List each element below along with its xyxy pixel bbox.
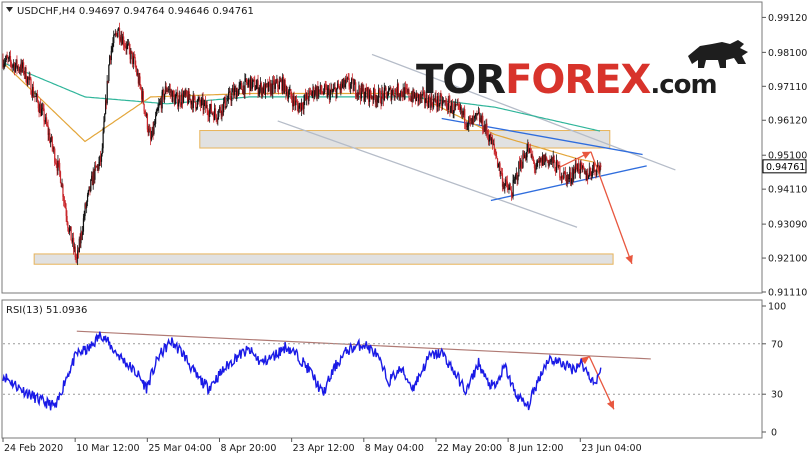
candle-body: [194, 96, 196, 103]
candle-body: [104, 114, 106, 122]
candle-body: [353, 84, 355, 92]
candle-body: [336, 88, 338, 98]
price-tick-label: 0.94110: [768, 185, 807, 196]
candle-body: [231, 92, 233, 101]
candle-body: [223, 101, 225, 113]
candle-body: [565, 172, 567, 176]
candle-body: [241, 83, 243, 90]
candle-body: [139, 76, 141, 86]
time-tick-label: 24 Feb 2020: [4, 443, 63, 454]
rsi-chart-title: RSI(13) 51.0936: [6, 305, 87, 316]
candle-body: [228, 92, 230, 100]
price-zone: [33, 253, 614, 265]
candle-body: [117, 30, 119, 37]
candle-body: [464, 109, 466, 124]
candle-body: [210, 104, 212, 114]
candle-body: [278, 81, 281, 89]
chart-window: 0.99120 0.98100 0.97110 0.96120 0.95100 0.941…: [0, 0, 808, 458]
rsi-tick-label: 70: [771, 339, 783, 350]
candle-body: [67, 222, 69, 228]
time-tick-label: 8 May 04:00: [365, 443, 424, 454]
price-tick-label: 0.91110: [768, 288, 807, 299]
symbol-readout: USDCHF,H4 0.94697 0.94764 0.94646 0.9476…: [6, 6, 254, 17]
chart-canvas[interactable]: 0.991200.981000.971100.961200.951000.941…: [0, 0, 808, 458]
candle-body: [408, 89, 410, 99]
candle-body: [493, 143, 495, 149]
time-tick-label: 10 Mar 12:00: [76, 443, 139, 454]
candle-body: [103, 121, 105, 133]
candle-body: [108, 65, 110, 82]
logo-part-tor: TOR: [416, 57, 505, 103]
candle-body: [43, 108, 45, 122]
candle-body: [106, 80, 108, 104]
price-tick-label: 0.97110: [768, 82, 807, 93]
price-tick-label: 0.92100: [768, 254, 807, 265]
price-zone: [199, 130, 611, 149]
price-axis: 0.991200.981000.971100.961200.951000.941…: [762, 13, 807, 299]
candle-body: [288, 90, 290, 95]
candle-body: [385, 87, 387, 93]
rsi-tick-label: 30: [771, 390, 783, 401]
price-tick-label: 0.98100: [768, 48, 807, 59]
candle-body: [90, 179, 92, 192]
time-tick-label: 8 Jun 12:00: [509, 443, 563, 454]
candle-body: [143, 103, 145, 112]
candle-body: [164, 93, 166, 100]
time-tick-label: 23 Jun 04:00: [581, 443, 641, 454]
candle-body: [70, 226, 72, 241]
candle-body: [59, 162, 61, 172]
candle-body: [387, 95, 389, 99]
rsi-tick-label: 0: [771, 428, 777, 439]
candle-body: [102, 132, 104, 149]
logo-part-com: .com: [650, 70, 716, 100]
time-tick-label: 8 Apr 20:00: [220, 443, 276, 454]
price-tick-label: 0.99120: [768, 13, 807, 24]
price-tick-label: 0.96120: [768, 116, 807, 127]
candle-body: [155, 116, 157, 124]
time-tick-label: 23 Apr 12:00: [293, 443, 355, 454]
current-price-label: 0.94761: [766, 162, 805, 173]
candle-body: [255, 89, 257, 91]
current-price-marker: 0.94761: [762, 159, 807, 174]
rsi-tick-label: 100: [768, 302, 786, 313]
candle-body: [392, 89, 395, 96]
candle-body: [226, 100, 228, 107]
candle-body: [142, 91, 144, 104]
logo-part-forex: FOREX: [505, 57, 651, 103]
candle-body: [153, 124, 155, 135]
price-chart-title: USDCHF,H4 0.94697 0.94764 0.94646 0.9476…: [17, 6, 254, 17]
candle-body: [600, 165, 602, 167]
candle-body: [517, 176, 519, 181]
time-tick-label: 22 May 20:00: [437, 443, 502, 454]
rsi-axis: 100 70 30 0: [762, 302, 786, 439]
candle-body: [113, 34, 115, 44]
time-tick-label: 25 Mar 04:00: [148, 443, 211, 454]
candle-body: [177, 102, 180, 107]
candle-body: [214, 108, 217, 115]
time-axis: 24 Feb 2020 10 Mar 12:00 25 Mar 04:00 8 Apr…: [2, 438, 642, 454]
price-tick-label: 0.93090: [768, 220, 807, 231]
candle-body: [131, 50, 133, 53]
candle-body: [193, 95, 195, 97]
candle-body: [59, 171, 62, 183]
